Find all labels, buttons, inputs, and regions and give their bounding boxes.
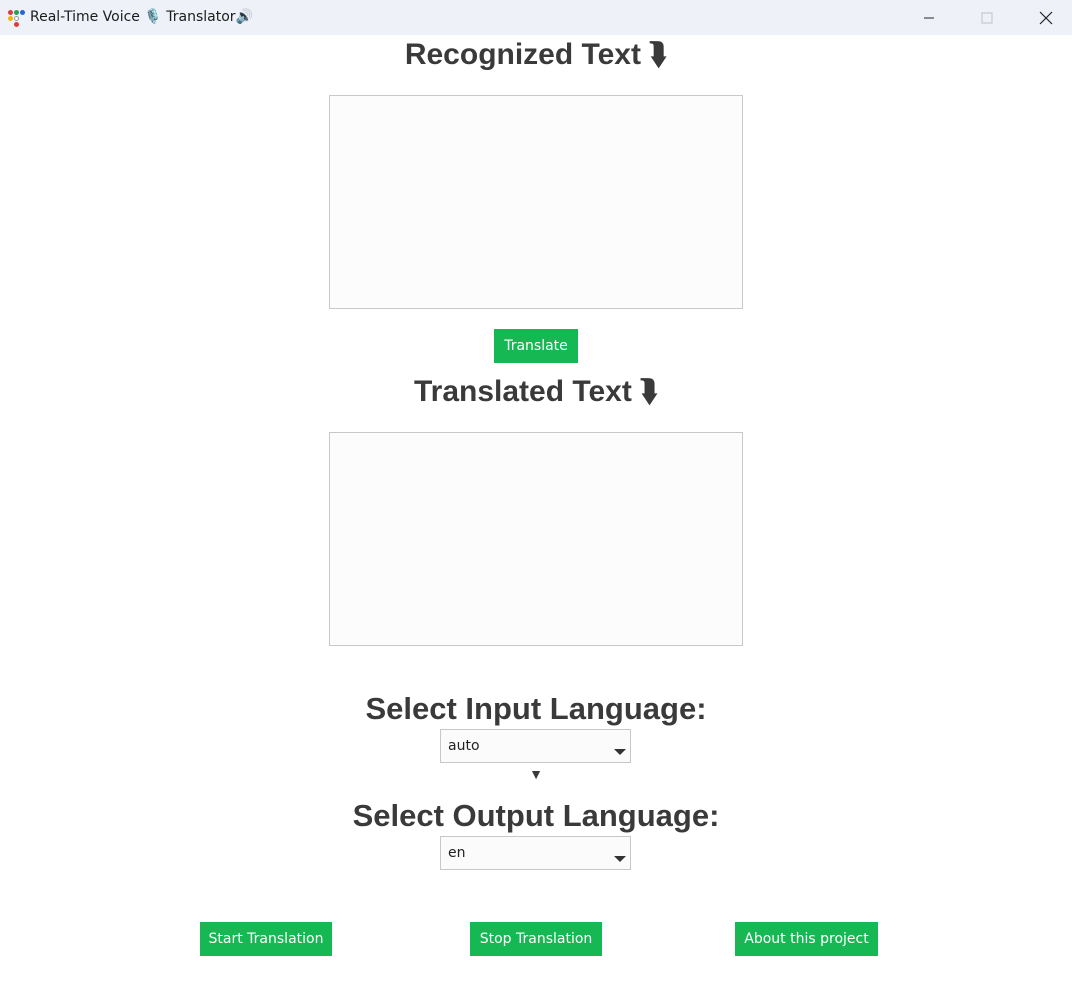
maximize-button[interactable] <box>964 0 1010 35</box>
translated-text-label: Translated Text <box>413 375 632 408</box>
output-language-value: en <box>448 845 466 861</box>
output-language-select[interactable]: en <box>440 836 631 870</box>
minimize-icon <box>924 17 934 18</box>
down-arrow-icon: ▼ <box>529 766 543 782</box>
app-icon <box>7 9 25 27</box>
input-language-select[interactable]: auto <box>440 729 631 763</box>
window-title: Real-Time Voice 🎙️ Translator🔊 <box>30 9 253 25</box>
input-language-heading: Select Input Language: <box>365 691 707 726</box>
start-translation-button[interactable]: Start Translation <box>200 922 332 956</box>
translated-text-heading: Translated Text ⮯ <box>0 375 1072 409</box>
about-project-button[interactable]: About this project <box>735 922 878 956</box>
maximize-icon <box>981 12 993 23</box>
output-language-heading: Select Output Language: <box>352 798 720 833</box>
arrow-down-icon: ⮯ <box>640 375 659 408</box>
arrow-down-icon: ⮯ <box>649 38 668 71</box>
translated-text-area[interactable] <box>329 432 743 646</box>
minimize-button[interactable] <box>906 0 952 35</box>
close-icon <box>1039 11 1053 24</box>
stop-translation-button[interactable]: Stop Translation <box>470 922 602 956</box>
recognized-text-area[interactable] <box>329 95 743 309</box>
recognized-text-heading: Recognized Text ⮯ <box>0 38 1072 72</box>
title-bar: Real-Time Voice 🎙️ Translator🔊 <box>0 0 1072 35</box>
recognized-text-label: Recognized Text <box>404 38 641 71</box>
translate-button[interactable]: Translate <box>494 329 578 363</box>
input-language-value: auto <box>448 738 480 754</box>
chevron-down-icon <box>614 856 626 862</box>
chevron-down-icon <box>614 749 626 755</box>
close-button[interactable] <box>1023 0 1069 35</box>
